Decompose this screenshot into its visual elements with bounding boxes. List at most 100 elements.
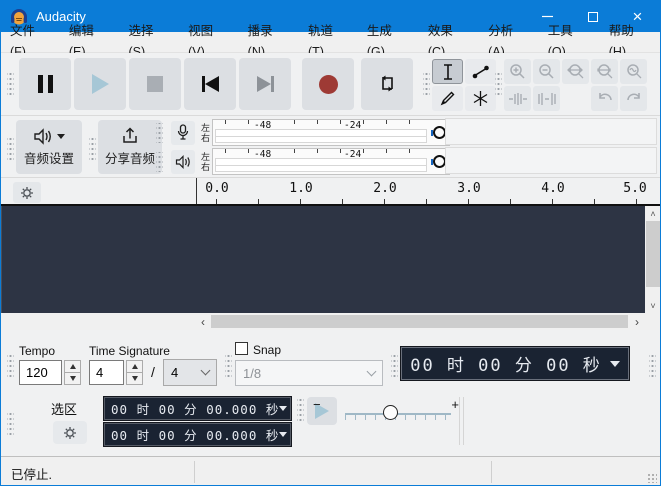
transport-toolbar-grip[interactable] <box>7 71 14 97</box>
selection-end-dropdown-icon[interactable] <box>279 432 287 437</box>
tempo-spinner[interactable] <box>64 360 81 385</box>
zoom-in-button[interactable] <box>504 59 531 84</box>
time-signature-upper-input[interactable] <box>89 360 124 385</box>
recording-meter-row: 左右 -48 -24 <box>156 118 450 147</box>
horizontal-scrollbar[interactable]: ‹ › <box>1 313 660 330</box>
selection-end-field[interactable]: 00 时 00 分 00.000 秒 <box>104 423 291 446</box>
zoom-to-selection-button[interactable] <box>562 59 589 84</box>
recording-meter[interactable]: -48 -24 <box>212 119 450 146</box>
vertical-scrollbar-thumb[interactable] <box>646 221 660 287</box>
ruler-label-3: 3.0 <box>457 181 480 196</box>
recording-meter-scale <box>217 120 427 129</box>
zoom-out-button[interactable] <box>533 59 560 84</box>
redo-button[interactable] <box>620 86 647 111</box>
playback-meter[interactable]: -48 -24 <box>212 148 450 175</box>
timeline-options-button[interactable] <box>13 182 41 203</box>
redo-icon <box>625 91 643 106</box>
loop-icon <box>376 73 398 95</box>
timeline-ruler[interactable]: 0.0 1.0 2.0 3.0 4.0 5.0 <box>196 178 660 204</box>
tempo-input[interactable] <box>19 360 62 385</box>
selection-label: 选区 <box>51 399 77 418</box>
multi-tool-button[interactable] <box>465 86 496 111</box>
selection-toolbar: 选区 00 时 00 分 00.000 秒 00 时 00 分 00.000 秒… <box>1 393 660 456</box>
toolbar-row-2: 音频设置 分享音频 左右 -48 <box>1 116 660 178</box>
time-signature-spinner[interactable] <box>126 360 143 385</box>
record-button[interactable] <box>302 58 354 110</box>
speed-minus-label: − <box>313 397 321 412</box>
audio-setup-grip[interactable] <box>7 136 14 162</box>
recording-meter-button[interactable] <box>171 121 195 145</box>
audacity-window: Audacity × 文件(F) 编辑(E) 选择(S) 视图(V) 播录(N)… <box>0 0 661 486</box>
selection-end-value: 00 时 00 分 00.000 秒 <box>111 425 279 444</box>
selection-toolbar-grip[interactable] <box>7 411 14 437</box>
speed-slider-thumb[interactable] <box>383 405 398 420</box>
selection-start-field[interactable]: 00 时 00 分 00.000 秒 <box>104 397 291 420</box>
play-at-speed-button[interactable] <box>307 397 337 425</box>
audio-position-display[interactable]: 00 时 00 分 00 秒 <box>401 347 629 380</box>
speaker-small-icon <box>175 155 191 169</box>
time-format-dropdown-icon[interactable] <box>610 361 620 367</box>
fit-project-button[interactable] <box>591 59 618 84</box>
skip-to-end-button[interactable] <box>239 58 291 110</box>
vertical-scrollbar[interactable]: ˄ ˅ <box>645 206 661 313</box>
timesig-spin-up-icon[interactable] <box>127 361 142 373</box>
edit-toolbar-grip[interactable] <box>495 71 502 97</box>
time-signature-toolbar: Tempo Time Signature / 4 Snap 1/8 00 时 0… <box>1 338 660 393</box>
snap-checkbox[interactable] <box>235 342 248 355</box>
time-signature-lower-select[interactable]: 4 <box>163 359 217 386</box>
time-toolbar-grip[interactable] <box>391 353 398 379</box>
ruler-label-2: 2.0 <box>373 181 396 196</box>
maximize-icon <box>588 12 598 22</box>
tempo-spin-up-icon[interactable] <box>65 361 80 373</box>
stop-button[interactable] <box>129 58 181 110</box>
scroll-down-icon[interactable]: ˅ <box>645 298 661 313</box>
skip-to-start-icon <box>202 76 219 92</box>
share-audio-button[interactable]: 分享音频 <box>98 120 162 174</box>
pause-button[interactable] <box>19 58 71 110</box>
share-grip[interactable] <box>89 136 96 162</box>
skip-to-start-button[interactable] <box>184 58 236 110</box>
tools-toolbar-grip[interactable] <box>423 71 430 97</box>
selection-options-button[interactable] <box>53 421 87 444</box>
timesig-spin-down-icon[interactable] <box>127 373 142 384</box>
audio-setup-button[interactable]: 音频设置 <box>16 120 82 174</box>
scroll-right-icon[interactable]: › <box>630 313 644 330</box>
play-button[interactable] <box>74 58 126 110</box>
trim-audio-button[interactable] <box>504 86 531 111</box>
play-speed-slider[interactable]: − + <box>345 397 451 425</box>
play-at-speed-grip[interactable] <box>297 399 304 421</box>
silence-audio-button[interactable] <box>533 86 560 111</box>
tools-panel <box>432 59 496 111</box>
zoom-to-selection-icon <box>566 63 585 80</box>
skip-to-end-icon <box>257 76 274 92</box>
selection-tool-button[interactable] <box>432 59 463 84</box>
window-resize-grip[interactable] <box>647 473 657 483</box>
audio-setup-label: 音频设置 <box>24 148 74 167</box>
scroll-left-icon[interactable]: ‹ <box>196 313 210 330</box>
ruler-label-1: 1.0 <box>289 181 312 196</box>
track-area[interactable] <box>1 206 645 313</box>
recording-channel-labels: 左右 <box>201 123 210 143</box>
draw-tool-button[interactable] <box>432 86 463 111</box>
selection-start-dropdown-icon[interactable] <box>279 406 287 411</box>
snap-grip[interactable] <box>225 353 232 379</box>
draw-tool-icon <box>439 90 456 107</box>
scroll-up-icon[interactable]: ˄ <box>645 206 661 221</box>
snap-mode-select[interactable]: 1/8 <box>235 360 383 386</box>
statusbar: 已停止. <box>1 456 660 486</box>
loop-button[interactable] <box>361 58 413 110</box>
time-signature-grip[interactable] <box>7 353 14 379</box>
time-toolbar-grip-right[interactable] <box>649 353 656 379</box>
playback-meter-button[interactable] <box>171 150 195 174</box>
envelope-tool-button[interactable] <box>465 59 496 84</box>
share-audio-label: 分享音频 <box>105 148 155 167</box>
tempo-spin-down-icon[interactable] <box>65 373 80 384</box>
tempo-label: Tempo <box>19 344 55 358</box>
playback-meter-row: 左右 -48 -24 <box>156 147 450 176</box>
zoom-toggle-button[interactable] <box>620 59 647 84</box>
recording-meter-grip[interactable] <box>156 123 163 143</box>
audio-position-value: 00 时 00 分 00 秒 <box>410 351 602 376</box>
undo-button[interactable] <box>591 86 618 111</box>
horizontal-scrollbar-thumb[interactable] <box>211 315 628 328</box>
playback-meter-grip[interactable] <box>156 152 163 172</box>
